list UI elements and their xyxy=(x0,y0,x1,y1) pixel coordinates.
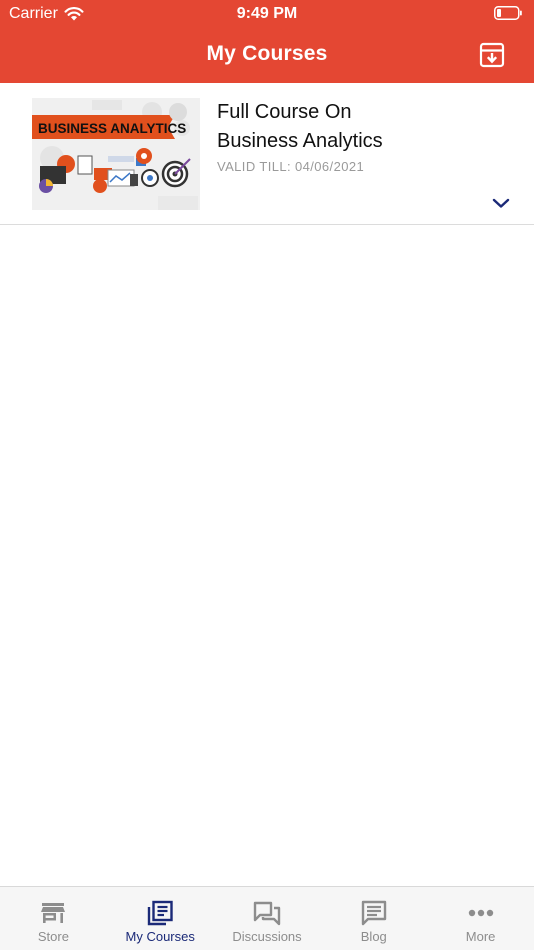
archive-download-icon xyxy=(479,42,505,68)
course-title[interactable]: Full Course On Business Analytics xyxy=(217,98,507,156)
expand-button[interactable] xyxy=(490,196,512,210)
course-thumbnail: BUSINESS ANALYTICS xyxy=(32,98,200,210)
tab-label: Store xyxy=(37,929,69,944)
course-valid-till: VALID TILL: 04/06/2021 xyxy=(217,159,365,174)
page-title: My Courses xyxy=(206,42,328,65)
tab-my-courses[interactable]: My Courses xyxy=(107,887,214,950)
tab-label: My Courses xyxy=(125,929,195,944)
course-title-line-1: Full Course On xyxy=(217,101,352,123)
tab-label: Blog xyxy=(360,929,387,944)
tab-label: More xyxy=(465,929,496,944)
app-root: Carrier 9:49 PM My Courses BUSINESS ANAL… xyxy=(0,0,534,950)
store-icon xyxy=(41,903,66,923)
status-time: 9:49 PM xyxy=(236,5,298,22)
course-list-item[interactable]: BUSINESS ANALYTICS Full Course On Busine… xyxy=(0,83,534,225)
tab-bar: Store My Courses Discussions Blog More xyxy=(0,886,534,950)
tab-blog[interactable]: Blog xyxy=(320,887,427,950)
archive-button[interactable] xyxy=(479,42,505,68)
courses-icon xyxy=(147,900,173,926)
course-thumbnail-image: BUSINESS ANALYTICS xyxy=(32,98,200,210)
tab-discussions[interactable]: Discussions xyxy=(214,887,321,950)
more-icon xyxy=(468,909,493,917)
tab-label: Discussions xyxy=(232,929,302,944)
course-title-line-2: Business Analytics xyxy=(217,130,383,152)
header: Carrier 9:49 PM My Courses xyxy=(0,0,534,83)
chevron-down-icon xyxy=(492,198,510,208)
tab-more[interactable]: More xyxy=(427,887,534,950)
blog-icon xyxy=(361,900,386,926)
battery-icon xyxy=(494,6,522,20)
discussions-icon xyxy=(253,901,281,926)
status-bar: Carrier 9:49 PM xyxy=(0,0,534,28)
tab-store[interactable]: Store xyxy=(0,887,107,950)
thumbnail-banner-text: BUSINESS ANALYTICS xyxy=(38,121,186,136)
